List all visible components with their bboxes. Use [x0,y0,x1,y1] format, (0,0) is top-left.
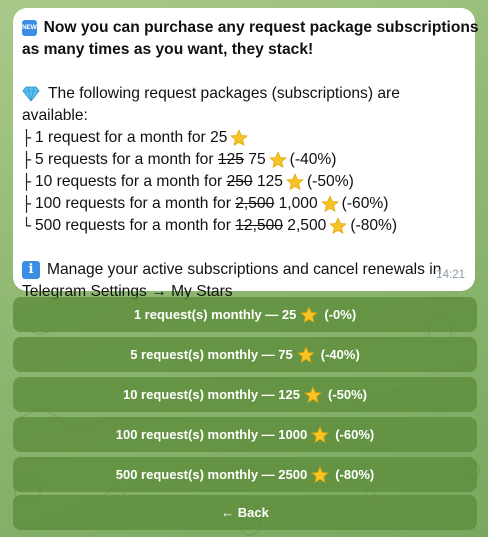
package-text: 5 requests for a month for [35,151,214,168]
package-price: 1,000 [278,195,318,212]
package-button[interactable]: 5 request(s) monthly — 75 (-40%) [13,337,477,372]
package-button[interactable]: 100 request(s) monthly — 1000 (-60%) [13,417,477,452]
button-discount: (-40%) [320,347,360,362]
button-discount: (-50%) [327,387,367,402]
star-icon [300,305,319,324]
new-badge-icon: NEW [22,20,37,36]
star-icon [311,425,330,444]
package-discount: (-80%) [350,217,398,234]
button-discount: (-80%) [335,467,375,482]
package-text: 10 requests for a month for [35,173,223,190]
package-list: ├ 1 request for a month for 25 ├ 5 requests… [22,127,465,237]
package-price: 2,500 [287,217,327,234]
package-text: 100 requests for a month for [35,195,231,212]
star-icon [311,465,330,484]
star-icon [230,129,249,147]
back-button[interactable]: ← Back [13,495,477,530]
footer-text-1: Manage your active subscriptions and can… [47,261,442,278]
package-price: 25 [210,129,228,146]
intro-line-1: The following request packages (subscrip… [22,83,465,105]
package-text: 1 request for a month for [35,129,206,146]
tree-connector: ├ [22,173,32,191]
star-icon [329,217,348,235]
package-line: ├ 1 request for a month for 25 [22,127,465,149]
info-icon: i [22,261,40,279]
package-discount: (-60%) [341,195,389,212]
button-discount: (-0%) [324,307,357,322]
headline-line-1: NEW Now you can purchase any request pac… [22,17,479,39]
headline-line-2: as many times as you want, they stack! [22,39,465,61]
button-label: 1 request(s) monthly — 25 [133,307,297,322]
star-icon [268,151,287,169]
star-icon [320,195,339,213]
tree-connector: ├ [22,195,32,213]
package-text: 500 requests for a month for [35,217,231,234]
gem-icon [22,86,40,102]
star-icon [296,345,315,364]
button-label: 500 request(s) monthly — 2500 [115,467,308,482]
old-price: 2,500 [235,195,275,212]
message-bubble: NEW Now you can purchase any request pac… [13,8,479,300]
message-time: 14:21 [436,269,465,281]
headline-text-1: Now you can purchase any request package… [43,19,479,36]
star-icon [286,173,304,191]
package-discount: (-50%) [306,173,354,190]
intro-text-1: The following request packages (subscrip… [48,85,400,102]
package-price: 75 [248,151,266,168]
package-button[interactable]: 1 request(s) monthly — 25 (-0%) [13,297,477,332]
package-button[interactable]: 500 request(s) monthly — 2500 (-80%) [13,457,477,492]
star-icon [304,385,322,404]
old-price: 250 [226,173,253,190]
footer-line-1: i Manage your active subscriptions and c… [22,259,465,281]
package-line: ├ 100 requests for a month for 2,500 1,00… [22,193,465,215]
old-price: 125 [217,151,244,168]
package-price: 125 [256,173,283,190]
package-line: └ 500 requests for a month for 12,500 2,5… [22,215,465,237]
headline-text-2: as many times as you want, they stack! [22,41,314,58]
package-line: ├ 10 requests for a month for 250 125 (-50… [22,171,465,193]
intro-text-2: available: [22,107,88,124]
tree-connector: └ [22,217,32,235]
button-label: 5 request(s) monthly — 75 [130,347,293,362]
button-label: 10 request(s) monthly — 125 [122,387,300,402]
button-label: 100 request(s) monthly — 1000 [115,427,308,442]
button-discount: (-60%) [335,427,375,442]
package-line: ├ 5 requests for a month for 125 75 (-40%) [22,149,465,171]
tree-connector: ├ [22,151,32,169]
tree-connector: ├ [22,129,32,147]
old-price: 12,500 [235,217,283,234]
package-discount: (-40%) [289,151,337,168]
intro-line-2: available: [22,105,465,127]
package-button[interactable]: 10 request(s) monthly — 125 (-50%) [13,377,477,412]
